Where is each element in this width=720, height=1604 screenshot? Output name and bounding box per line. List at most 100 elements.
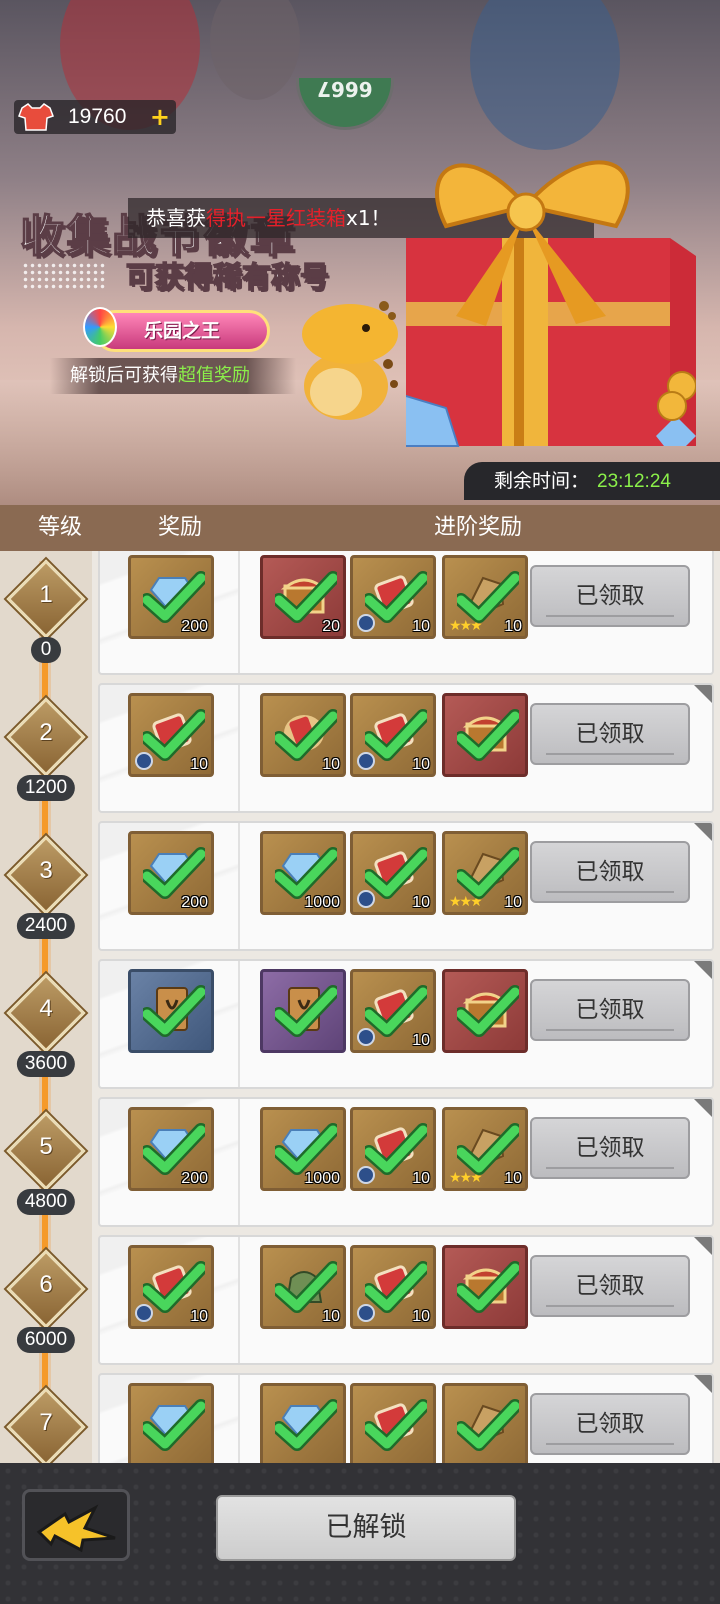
- reward-item-ticket[interactable]: 10: [350, 693, 436, 777]
- reward-qty: 1000: [304, 1170, 340, 1187]
- level-number: 5: [39, 1133, 53, 1160]
- remaining-time: 剩余时间： 23:12:24: [464, 462, 720, 500]
- level-marker: 2 1200: [6, 693, 86, 803]
- claimed-button[interactable]: 已领取: [530, 565, 690, 627]
- claimed-button[interactable]: 已领取: [530, 703, 690, 765]
- event-banner: 19760 + 6667 收集战节徽章 恭喜获得执一星红装箱x1！ 可获得稀有称…: [0, 0, 720, 505]
- check-icon: [457, 571, 519, 623]
- check-icon: [143, 985, 205, 1037]
- level-points: 3600: [16, 1051, 76, 1077]
- currency-value: 19760: [68, 105, 127, 128]
- knob-text: 6667: [317, 77, 373, 101]
- timer-value: 23:12:24: [597, 471, 671, 492]
- reward-qty: 10: [504, 894, 522, 911]
- unlock-hint-highlight: 超值奖励: [178, 365, 250, 386]
- check-icon: [143, 571, 205, 623]
- corner-marker: [693, 1375, 712, 1394]
- corner-marker: [693, 685, 712, 704]
- reward-qty: 10: [412, 1308, 430, 1325]
- reward-item-diamond[interactable]: [260, 1383, 346, 1463]
- reward-qty: 10: [504, 1170, 522, 1187]
- reward-item-diamond[interactable]: 1000: [260, 831, 346, 915]
- claimed-button[interactable]: 已领取: [530, 841, 690, 903]
- level-marker: 3 2400: [6, 831, 86, 941]
- currency-counter[interactable]: 19760 +: [14, 100, 176, 134]
- reward-item-ticket[interactable]: 10: [350, 555, 436, 639]
- lightning-arrow-icon: [36, 1504, 116, 1553]
- check-icon: [365, 571, 427, 623]
- reward-item-ticket[interactable]: 10: [128, 1245, 214, 1329]
- check-icon: [365, 1399, 427, 1451]
- level-points: 2400: [16, 913, 76, 939]
- unlocked-button[interactable]: 已解锁: [216, 1495, 516, 1561]
- check-icon: [457, 847, 519, 899]
- check-icon: [457, 709, 519, 761]
- reward-item-fragment[interactable]: [442, 1383, 528, 1463]
- level-points: 4800: [16, 1189, 76, 1215]
- reward-qty: 10: [190, 756, 208, 773]
- reward-qty: 200: [181, 894, 208, 911]
- reward-item-ticket[interactable]: 10: [350, 969, 436, 1053]
- level-number: 7: [39, 1409, 53, 1436]
- level-number: 3: [39, 857, 53, 884]
- row-separator: [238, 685, 240, 811]
- reward-item-card[interactable]: [260, 969, 346, 1053]
- reward-item-ticket[interactable]: [350, 1383, 436, 1463]
- reward-item-chest[interactable]: [442, 1245, 528, 1329]
- level-points: 6000: [16, 1327, 76, 1353]
- reward-qty: 200: [181, 1170, 208, 1187]
- reward-row: 10 已领取: [98, 959, 714, 1089]
- reward-item-chest[interactable]: [442, 693, 528, 777]
- reward-item-diamond[interactable]: 200: [128, 1107, 214, 1191]
- claimed-button[interactable]: 已领取: [530, 1117, 690, 1179]
- reward-item-ticket[interactable]: 10: [350, 1107, 436, 1191]
- check-icon: [143, 1123, 205, 1175]
- reward-item-ticket[interactable]: 10: [350, 1245, 436, 1329]
- check-icon: [275, 985, 337, 1037]
- balloon-decoration: [210, 0, 300, 100]
- check-icon: [457, 1261, 519, 1313]
- reward-item-chest[interactable]: [442, 969, 528, 1053]
- shirt-icon: [14, 100, 58, 134]
- notification-prefix: 恭喜获: [146, 206, 206, 230]
- check-icon: [457, 1399, 519, 1451]
- reward-qty: 1000: [304, 894, 340, 911]
- reward-item-chest[interactable]: 20: [260, 555, 346, 639]
- check-icon: [457, 985, 519, 1037]
- reward-qty: 10: [412, 894, 430, 911]
- add-currency-button[interactable]: +: [150, 105, 170, 129]
- reward-item-ticket[interactable]: 10: [128, 693, 214, 777]
- check-icon: [275, 709, 337, 761]
- reward-qty: 10: [412, 618, 430, 635]
- unlock-hint-text: 解锁后可获得: [70, 365, 178, 386]
- level-marker: 6 6000: [6, 1245, 86, 1355]
- back-button[interactable]: [22, 1489, 130, 1561]
- level-number: 6: [39, 1271, 53, 1298]
- reward-item-diamond[interactable]: 200: [128, 555, 214, 639]
- reward-list[interactable]: 1 0 200 20 10 ★★★ 10 已领取 2 1200 10 10 10 已领取 3 2400 200 1…: [0, 551, 720, 1463]
- reward-item-ticket[interactable]: 10: [350, 831, 436, 915]
- claimed-button[interactable]: 已领取: [530, 979, 690, 1041]
- check-icon: [275, 1399, 337, 1451]
- reward-item-diamond[interactable]: [128, 1383, 214, 1463]
- reward-item-diamond[interactable]: 200: [128, 831, 214, 915]
- reward-item-ticket-red[interactable]: 10: [260, 693, 346, 777]
- reward-item-fragment[interactable]: ★★★ 10: [442, 1107, 528, 1191]
- reward-qty: 200: [181, 618, 208, 635]
- reward-qty: 10: [504, 618, 522, 635]
- level-number: 2: [39, 719, 53, 746]
- claimed-button[interactable]: 已领取: [530, 1393, 690, 1455]
- reward-item-fragment[interactable]: ★★★ 10: [442, 555, 528, 639]
- claimed-button[interactable]: 已领取: [530, 1255, 690, 1317]
- dots-decoration: [22, 262, 106, 290]
- check-icon: [365, 847, 427, 899]
- level-marker: 7: [6, 1383, 86, 1463]
- reward-item-fragment[interactable]: ★★★ 10: [442, 831, 528, 915]
- row-separator: [238, 1237, 240, 1363]
- reward-item-bag[interactable]: 10: [260, 1245, 346, 1329]
- reward-item-card[interactable]: [128, 969, 214, 1053]
- check-icon: [365, 1123, 427, 1175]
- reward-item-diamond[interactable]: 1000: [260, 1107, 346, 1191]
- level-points: 0: [31, 637, 61, 663]
- level-marker: 10: [6, 555, 86, 665]
